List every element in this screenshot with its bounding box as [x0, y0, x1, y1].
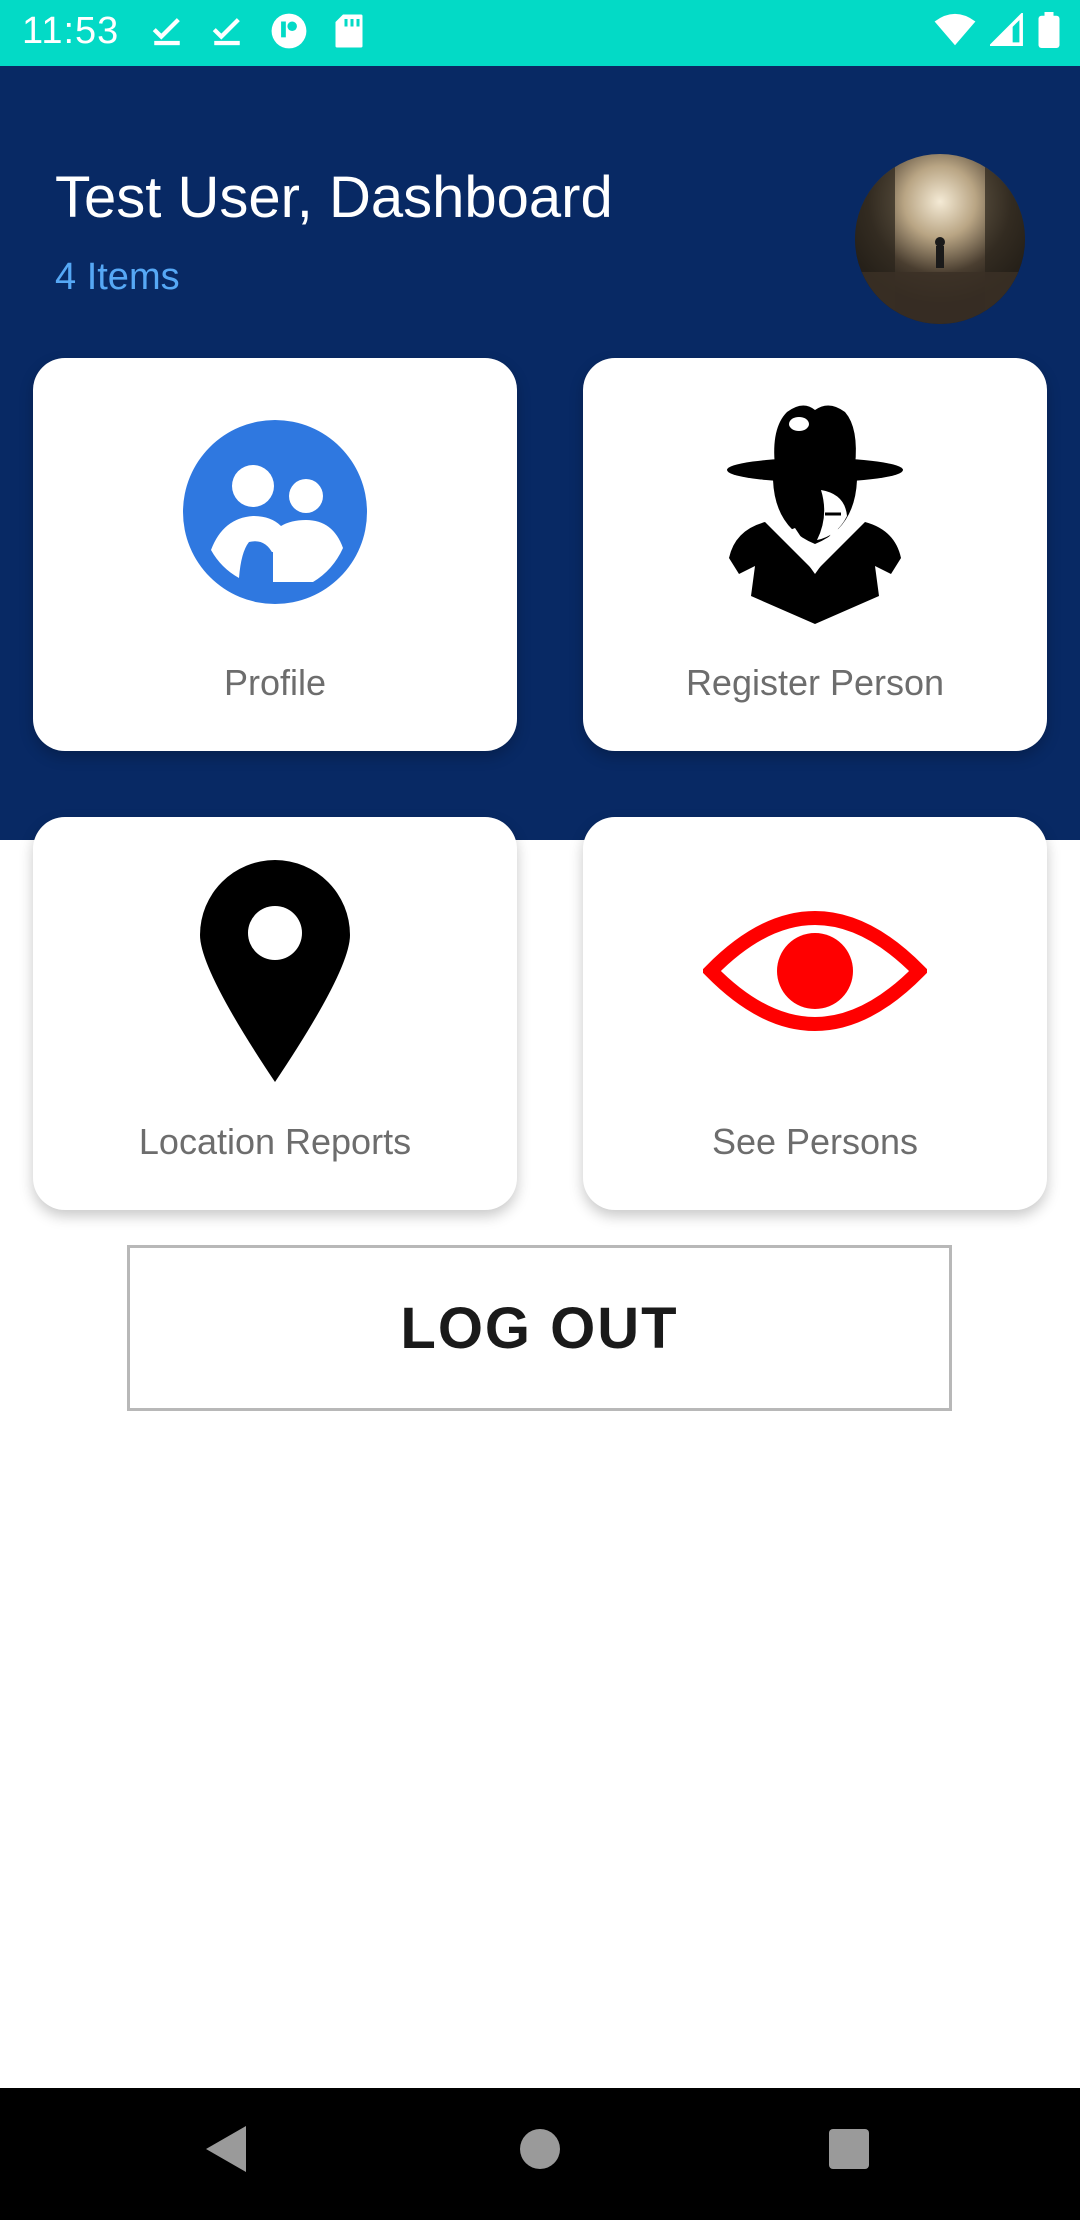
detective-icon — [727, 405, 903, 624]
home-icon[interactable] — [519, 2128, 561, 2170]
status-bar: 11:53 — [0, 0, 1080, 66]
location-pin-icon — [200, 860, 350, 1082]
logout-button[interactable]: LOG OUT — [127, 1245, 952, 1411]
eye-icon — [703, 911, 927, 1031]
app-notification-icon — [271, 13, 307, 49]
avatar-image — [855, 154, 1025, 324]
status-system-icons — [934, 12, 1060, 48]
navigation-bar — [0, 2088, 1080, 2220]
download-done-icon — [152, 18, 180, 46]
download-done-icon — [212, 18, 240, 46]
status-time: 11:53 — [22, 10, 120, 52]
see-persons-card[interactable]: See Persons — [583, 817, 1047, 1210]
recents-icon[interactable] — [828, 2128, 870, 2170]
page-title: Test User, Dashboard — [55, 165, 613, 230]
dashboard-screen: 11:53 Test User, Dashboard 4 Items Profi… — [0, 0, 1080, 2220]
location-reports-label: Location Reports — [138, 1121, 412, 1162]
register-person-label: Register Person — [685, 662, 945, 703]
signal-icon — [990, 13, 1023, 46]
see-persons-label: See Persons — [711, 1121, 919, 1162]
location-reports-card[interactable]: Location Reports — [33, 817, 517, 1210]
battery-icon — [1038, 12, 1060, 48]
profile-label: Profile — [223, 662, 327, 703]
avatar[interactable] — [855, 154, 1025, 324]
back-icon[interactable] — [202, 2122, 250, 2176]
group-profile-icon — [183, 420, 367, 604]
wifi-icon — [934, 13, 976, 46]
items-count: 4 Items — [55, 256, 180, 298]
profile-card[interactable]: Profile — [33, 358, 517, 751]
status-notification-icons — [150, 12, 364, 50]
sd-card-icon — [335, 14, 363, 48]
register-person-card[interactable]: Register Person — [583, 358, 1047, 751]
